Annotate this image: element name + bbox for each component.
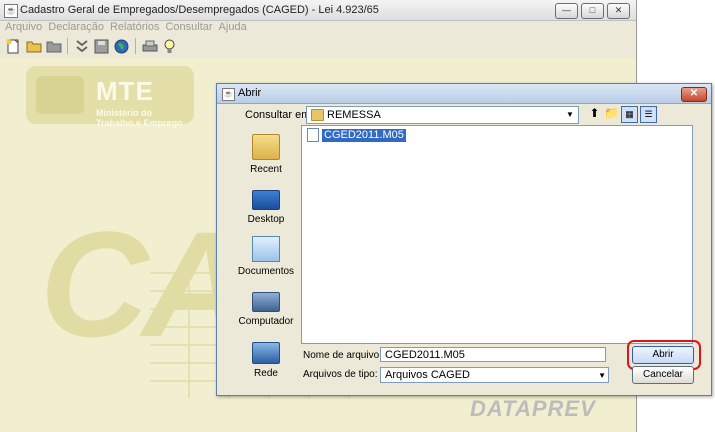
place-label: Computador	[238, 316, 294, 327]
filetype-label: Arquivos de tipo:	[303, 369, 378, 380]
open-button[interactable]: Abrir	[632, 346, 694, 364]
place-label: Recent	[250, 164, 282, 175]
dialog-title: Abrir	[238, 87, 262, 99]
file-icon	[307, 128, 319, 142]
java-icon: ☕	[222, 88, 235, 101]
dialog-close-button[interactable]: ✕	[681, 87, 707, 102]
app-title-bar: ☕ Cadastro Geral de Empregados/Desempreg…	[0, 0, 636, 21]
lightbulb-icon[interactable]	[161, 38, 178, 55]
recent-folder-icon	[252, 134, 280, 160]
menu-arquivo[interactable]: Arquivo	[5, 20, 42, 34]
open-file-dialog: ☕ Abrir ✕ Consultar em: REMESSA ▼ ⬆ 📁 ▦ …	[216, 83, 712, 396]
menu-declaracao[interactable]: Declaração	[48, 20, 104, 34]
documents-icon	[252, 236, 280, 262]
window-controls: — □ ✕	[555, 3, 630, 19]
mte-logo-text: MTE	[96, 76, 154, 106]
cancel-button[interactable]: Cancelar	[632, 366, 694, 384]
mte-emblem-icon	[36, 76, 84, 114]
look-in-label: Consultar em:	[245, 109, 314, 121]
place-label: Rede	[254, 368, 278, 379]
menu-bar: Arquivo Declaração Relatórios Consultar …	[0, 20, 636, 34]
maximize-button[interactable]: □	[581, 3, 604, 19]
save-icon[interactable]	[93, 38, 110, 55]
place-label: Documentos	[237, 266, 295, 277]
new-folder-icon[interactable]: 📁	[604, 106, 619, 121]
dataprev-logo: DATAPREV	[470, 396, 596, 421]
details-view-icon[interactable]: ☰	[640, 106, 657, 123]
look-in-value: REMESSA	[327, 109, 381, 121]
app-title: Cadastro Geral de Empregados/Desempregad…	[20, 4, 379, 16]
print-icon[interactable]	[141, 38, 158, 55]
folder-icon	[311, 109, 324, 121]
toolbar-separator	[135, 38, 136, 54]
file-name: CGED2011.M05	[322, 128, 406, 142]
desktop-icon	[252, 190, 280, 210]
filetype-dropdown[interactable]: Arquivos CAGED ▼	[380, 367, 609, 383]
dialog-title-bar: ☕ Abrir ✕	[217, 84, 711, 104]
dialog-nav-buttons: ⬆ 📁 ▦ ☰	[587, 106, 657, 123]
minimize-button[interactable]: —	[555, 3, 578, 19]
look-in-dropdown[interactable]: REMESSA ▼	[306, 106, 579, 124]
new-file-icon[interactable]	[5, 38, 22, 55]
file-list[interactable]: CGED2011.M05	[301, 125, 693, 344]
network-icon	[252, 342, 280, 364]
arrows-icon[interactable]	[73, 38, 90, 55]
toolbar-separator	[67, 38, 68, 54]
folder-icon[interactable]	[45, 38, 62, 55]
file-item[interactable]: CGED2011.M05	[307, 128, 406, 142]
chevron-down-icon: ▼	[598, 371, 606, 380]
java-icon: ☕	[4, 4, 18, 18]
filetype-value: Arquivos CAGED	[385, 369, 470, 381]
list-view-icon[interactable]: ▦	[621, 106, 638, 123]
place-computador[interactable]: Computador	[234, 288, 298, 327]
toolbar	[0, 35, 636, 57]
computer-icon	[252, 292, 280, 312]
filename-input[interactable]: CGED2011.M05	[380, 347, 606, 362]
menu-ajuda[interactable]: Ajuda	[219, 20, 247, 34]
up-folder-icon[interactable]: ⬆	[587, 106, 602, 121]
open-folder-icon[interactable]	[25, 38, 42, 55]
menu-consultar[interactable]: Consultar	[165, 20, 212, 34]
place-recent[interactable]: Recent	[234, 134, 298, 175]
close-button[interactable]: ✕	[607, 3, 630, 19]
place-rede[interactable]: Rede	[234, 340, 298, 379]
mte-logo: MTE Ministério do Trabalho e Emprego	[26, 66, 194, 128]
chevron-down-icon: ▼	[566, 110, 574, 119]
place-label: Desktop	[247, 214, 285, 225]
place-desktop[interactable]: Desktop	[234, 186, 298, 225]
menu-relatorios[interactable]: Relatórios	[110, 20, 160, 34]
place-documentos[interactable]: Documentos	[234, 236, 298, 277]
filename-label: Nome de arquivo:	[303, 350, 382, 361]
mte-logo-caption: Ministério do Trabalho e Emprego	[96, 108, 183, 128]
globe-icon[interactable]	[113, 38, 130, 55]
